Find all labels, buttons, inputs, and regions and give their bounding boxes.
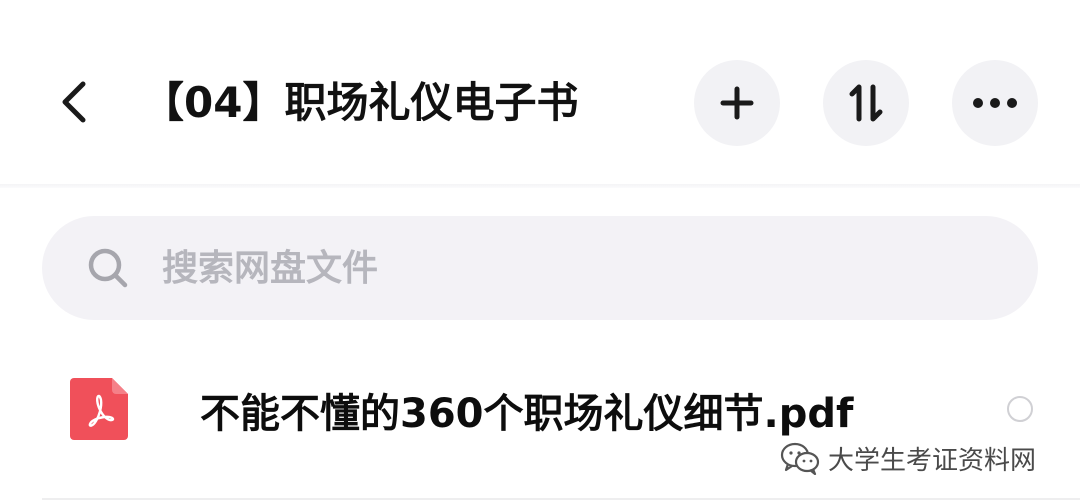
- plus-icon: [720, 86, 754, 120]
- search-input[interactable]: [160, 237, 924, 299]
- watermark-text: 大学生考证资料网: [828, 445, 1037, 476]
- watermark: 大学生考证资料网: [780, 438, 1036, 478]
- more-button[interactable]: [952, 60, 1038, 146]
- search-icon: [86, 246, 130, 290]
- file-name[interactable]: 不能不懂的360个职场礼仪细节.pdf: [200, 384, 853, 444]
- add-button[interactable]: [694, 60, 780, 146]
- header: 【04】职场礼仪电子书: [0, 0, 1080, 185]
- search-bar[interactable]: [42, 216, 1038, 320]
- pdf-icon: [70, 378, 128, 440]
- row-divider: [42, 498, 1080, 500]
- select-radio[interactable]: [1007, 396, 1033, 422]
- sort-icon: [849, 84, 883, 122]
- page-title: 【04】职场礼仪电子书: [142, 78, 579, 127]
- chevron-left-icon: [62, 81, 86, 123]
- header-divider: [0, 184, 1080, 188]
- sort-button[interactable]: [823, 60, 909, 146]
- wechat-logo: [780, 442, 820, 475]
- back-button[interactable]: [44, 70, 104, 134]
- file-folder-screen: 【04】职场礼仪电子书 搜索网盘文件 不能不懂的360个职场礼仪细节.pdf 大…: [0, 0, 1080, 504]
- more-horizontal-icon: [973, 98, 1017, 108]
